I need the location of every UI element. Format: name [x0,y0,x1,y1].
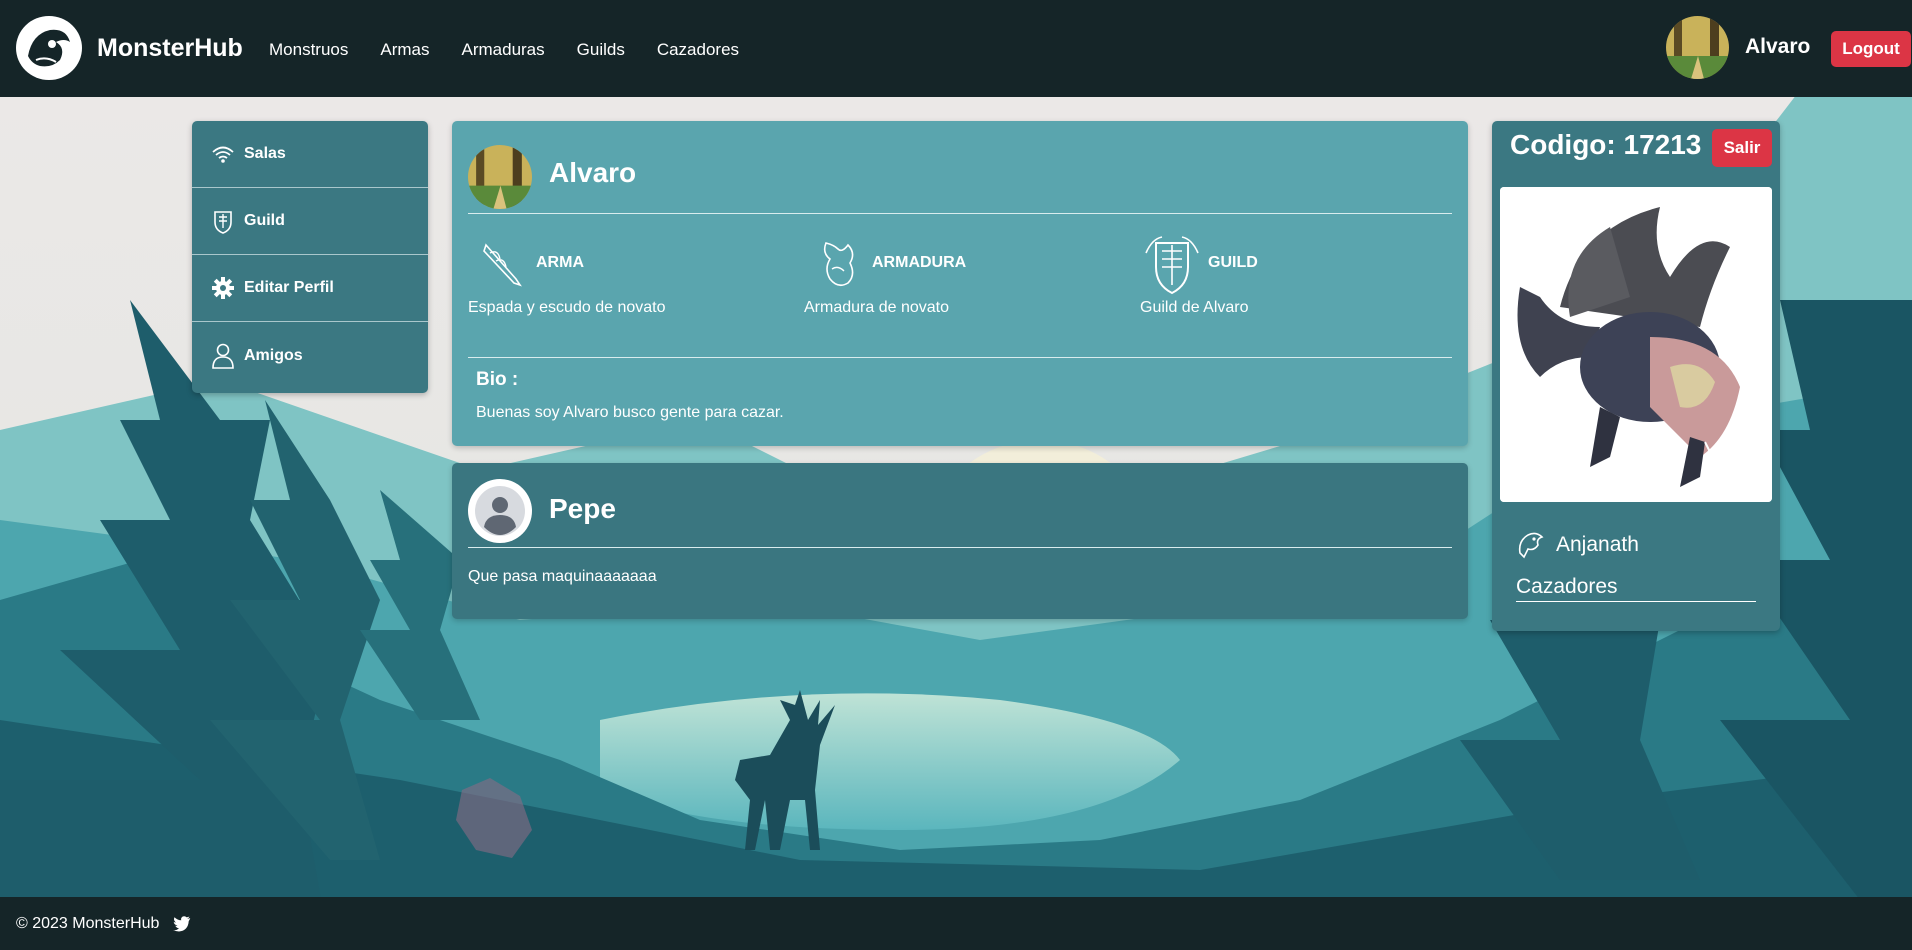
twitter-icon[interactable] [173,916,191,934]
sidebar-item-label: Editar Perfil [244,279,334,296]
stat-guild-value[interactable]: Guild de Alvaro [1140,299,1249,317]
nav-link-cazadores[interactable]: Cazadores [657,40,739,60]
monsterhub-logo[interactable] [16,16,82,80]
wifi-icon [210,141,236,167]
hunters-link[interactable]: Cazadores [1516,575,1756,602]
friend-post-card: Pepe Que pasa maquinaaaaaaa [452,463,1468,619]
sidebar-item-amigos[interactable]: Amigos [192,322,428,389]
profile-card: Alvaro ARMA Espada y escudo de novato AR… [452,121,1468,446]
footer: © 2023 MonsterHub [0,897,1912,950]
copyright-text: © 2023 MonsterHub [16,914,160,932]
monster-icon [1514,529,1546,561]
stat-guild-title: GUILD [1208,254,1258,271]
exit-room-button[interactable]: Salir [1712,129,1772,167]
sidebar-item-label: Amigos [244,346,303,364]
divider [468,357,1452,358]
sword-icon [480,239,524,291]
brand-name[interactable]: MonsterHub [97,34,243,63]
friend-name[interactable]: Pepe [549,493,616,525]
monster-name[interactable]: Anjanath [1556,533,1639,557]
sidebar-item-label: Salas [244,145,286,162]
nav-link-guilds[interactable]: Guilds [577,40,625,60]
bio-label: Bio : [476,369,519,390]
monster-image [1500,187,1772,502]
user-name[interactable]: Alvaro [1745,35,1810,59]
nav-link-monstruos[interactable]: Monstruos [269,40,348,60]
sidebar-item-label: Guild [244,212,285,229]
guild-crest-icon [1142,233,1202,297]
room-card: Codigo: 17213 Salir Anjanath Cazadores [1492,121,1780,631]
profile-name: Alvaro [549,157,637,188]
nav-link-armas[interactable]: Armas [380,40,429,60]
person-icon [210,343,236,369]
nav-link-armaduras[interactable]: Armaduras [462,40,545,60]
sidebar-item-editar-perfil[interactable]: Editar Perfil [192,255,428,322]
main-nav: Monstruos Armas Armaduras Guilds Cazador… [269,40,771,60]
divider [468,213,1452,214]
profile-avatar [468,145,532,209]
sidebar-menu: Salas Guild Editar Perfil Amigos [192,121,428,393]
user-avatar[interactable] [1666,16,1729,79]
gear-icon [210,275,236,301]
armor-icon [816,239,860,291]
sidebar-item-guild[interactable]: Guild [192,188,428,255]
stat-weapon-value: Espada y escudo de novato [468,299,666,316]
monster-info: Anjanath [1514,529,1639,561]
divider [468,547,1452,548]
bio-text: Buenas soy Alvaro busco gente para cazar… [476,404,784,421]
friend-message: Que pasa maquinaaaaaaa [468,568,657,585]
stat-armor-title: ARMADURA [872,254,967,271]
guild-crest-icon [210,208,236,234]
sidebar-item-salas[interactable]: Salas [192,121,428,188]
room-code: Codigo: 17213 [1510,129,1702,160]
logout-button[interactable]: Logout [1831,31,1911,67]
stat-weapon-title: ARMA [536,254,584,271]
stat-armor-value: Armadura de novato [804,299,949,316]
friend-avatar[interactable] [468,479,532,543]
top-navbar: MonsterHub Monstruos Armas Armaduras Gui… [0,0,1912,97]
